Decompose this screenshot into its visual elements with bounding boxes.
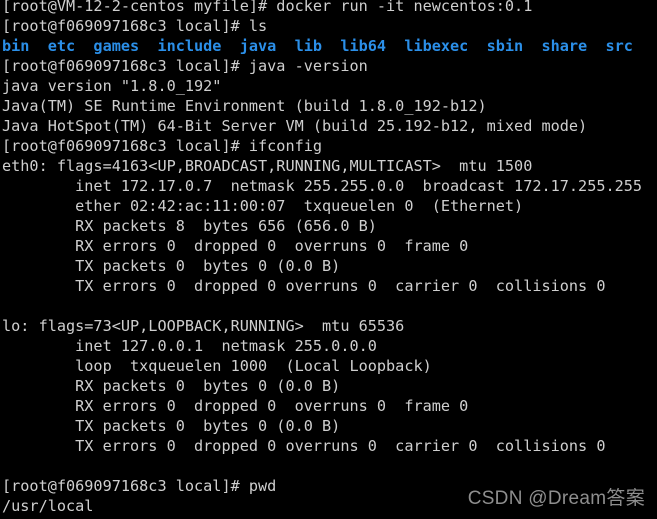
terminal-line: [root@f069097168c3 local]# ifconfig bbox=[2, 137, 323, 155]
terminal-window[interactable]: [root@VM-12-2-centos myfile]# docker run… bbox=[0, 0, 657, 519]
terminal-line: [root@VM-12-2-centos myfile]# docker run… bbox=[2, 0, 533, 15]
terminal-line: RX packets 0 bytes 0 (0.0 B) bbox=[2, 377, 341, 395]
terminal-line: [root@f069097168c3 local]# pwd bbox=[2, 477, 277, 495]
terminal-line: Java HotSpot(TM) 64-Bit Server VM (build… bbox=[2, 117, 588, 135]
terminal-line: TX packets 0 bytes 0 (0.0 B) bbox=[2, 257, 341, 275]
terminal-line: RX packets 8 bytes 656 (656.0 B) bbox=[2, 217, 377, 235]
terminal-line: inet 172.17.0.7 netmask 255.255.0.0 broa… bbox=[2, 177, 643, 195]
terminal-line: /usr/local bbox=[2, 497, 94, 515]
terminal-line-ls-output: bin etc games include java lib lib64 lib… bbox=[2, 36, 657, 56]
terminal-line: loop txqueuelen 1000 (Local Loopback) bbox=[2, 357, 432, 375]
terminal-line: RX errors 0 dropped 0 overruns 0 frame 0 bbox=[2, 397, 469, 415]
terminal-line: TX packets 0 bytes 0 (0.0 B) bbox=[2, 417, 341, 435]
terminal-line: inet 127.0.0.1 netmask 255.0.0.0 bbox=[2, 337, 377, 355]
terminal-line: Java(TM) SE Runtime Environment (build 1… bbox=[2, 97, 487, 115]
terminal-screen: [root@VM-12-2-centos myfile]# docker run… bbox=[2, 0, 657, 519]
ls-directory-list: bin etc games include java lib lib64 lib… bbox=[2, 37, 633, 55]
terminal-line: lo: flags=73<UP,LOOPBACK,RUNNING> mtu 65… bbox=[2, 317, 405, 335]
terminal-line: TX errors 0 dropped 0 overruns 0 carrier… bbox=[2, 437, 606, 455]
terminal-line: eth0: flags=4163<UP,BROADCAST,RUNNING,MU… bbox=[2, 157, 533, 175]
terminal-line: RX errors 0 dropped 0 overruns 0 frame 0 bbox=[2, 237, 469, 255]
terminal-line: TX errors 0 dropped 0 overruns 0 carrier… bbox=[2, 277, 606, 295]
terminal-line: [root@f069097168c3 local]# java -version bbox=[2, 57, 368, 75]
terminal-line: [root@f069097168c3 local]# ls bbox=[2, 17, 268, 35]
terminal-line: ether 02:42:ac:11:00:07 txqueuelen 0 (Et… bbox=[2, 197, 524, 215]
terminal-line: java version "1.8.0_192" bbox=[2, 77, 222, 95]
